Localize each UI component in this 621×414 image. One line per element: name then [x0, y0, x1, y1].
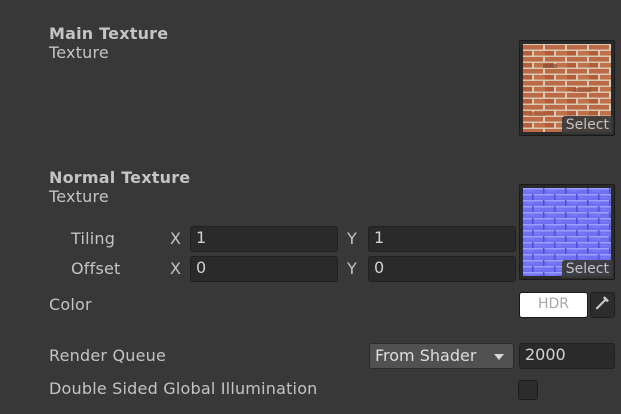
tiling-y-label: Y: [347, 229, 357, 248]
main-texture-type-label: Texture: [49, 43, 109, 62]
eyedropper-icon: [596, 296, 609, 310]
render-queue-value-field[interactable]: 2000: [519, 343, 615, 369]
offset-x-field[interactable]: 0: [190, 256, 338, 282]
tiling-label: Tiling: [71, 229, 116, 248]
normal-texture-title: Normal Texture: [49, 168, 191, 187]
tiling-y-field[interactable]: 1: [368, 226, 516, 252]
main-texture-select-button[interactable]: Select: [561, 116, 613, 134]
normal-texture-select-button[interactable]: Select: [561, 260, 613, 278]
render-queue-dropdown[interactable]: From Shader: [369, 343, 514, 369]
main-texture-slot[interactable]: Select: [519, 40, 615, 136]
tiling-x-field[interactable]: 1: [190, 226, 338, 252]
triangle-down-icon: [494, 354, 504, 360]
color-label: Color: [49, 295, 92, 314]
render-queue-label: Render Queue: [49, 346, 167, 365]
eyedropper-button[interactable]: [590, 292, 615, 318]
color-swatch-field[interactable]: HDR: [519, 292, 588, 318]
main-texture-title: Main Texture: [49, 24, 169, 43]
offset-x-label: X: [170, 259, 182, 278]
render-queue-dropdown-value: From Shader: [375, 346, 477, 365]
double-sided-gi-checkbox[interactable]: [518, 380, 538, 400]
normal-texture-slot[interactable]: Select: [519, 184, 615, 280]
offset-y-field[interactable]: 0: [368, 256, 516, 282]
double-sided-gi-label: Double Sided Global Illumination: [49, 379, 318, 398]
tiling-x-label: X: [170, 229, 182, 248]
offset-label: Offset: [71, 259, 121, 278]
normal-texture-type-label: Texture: [49, 187, 109, 206]
offset-y-label: Y: [347, 259, 357, 278]
